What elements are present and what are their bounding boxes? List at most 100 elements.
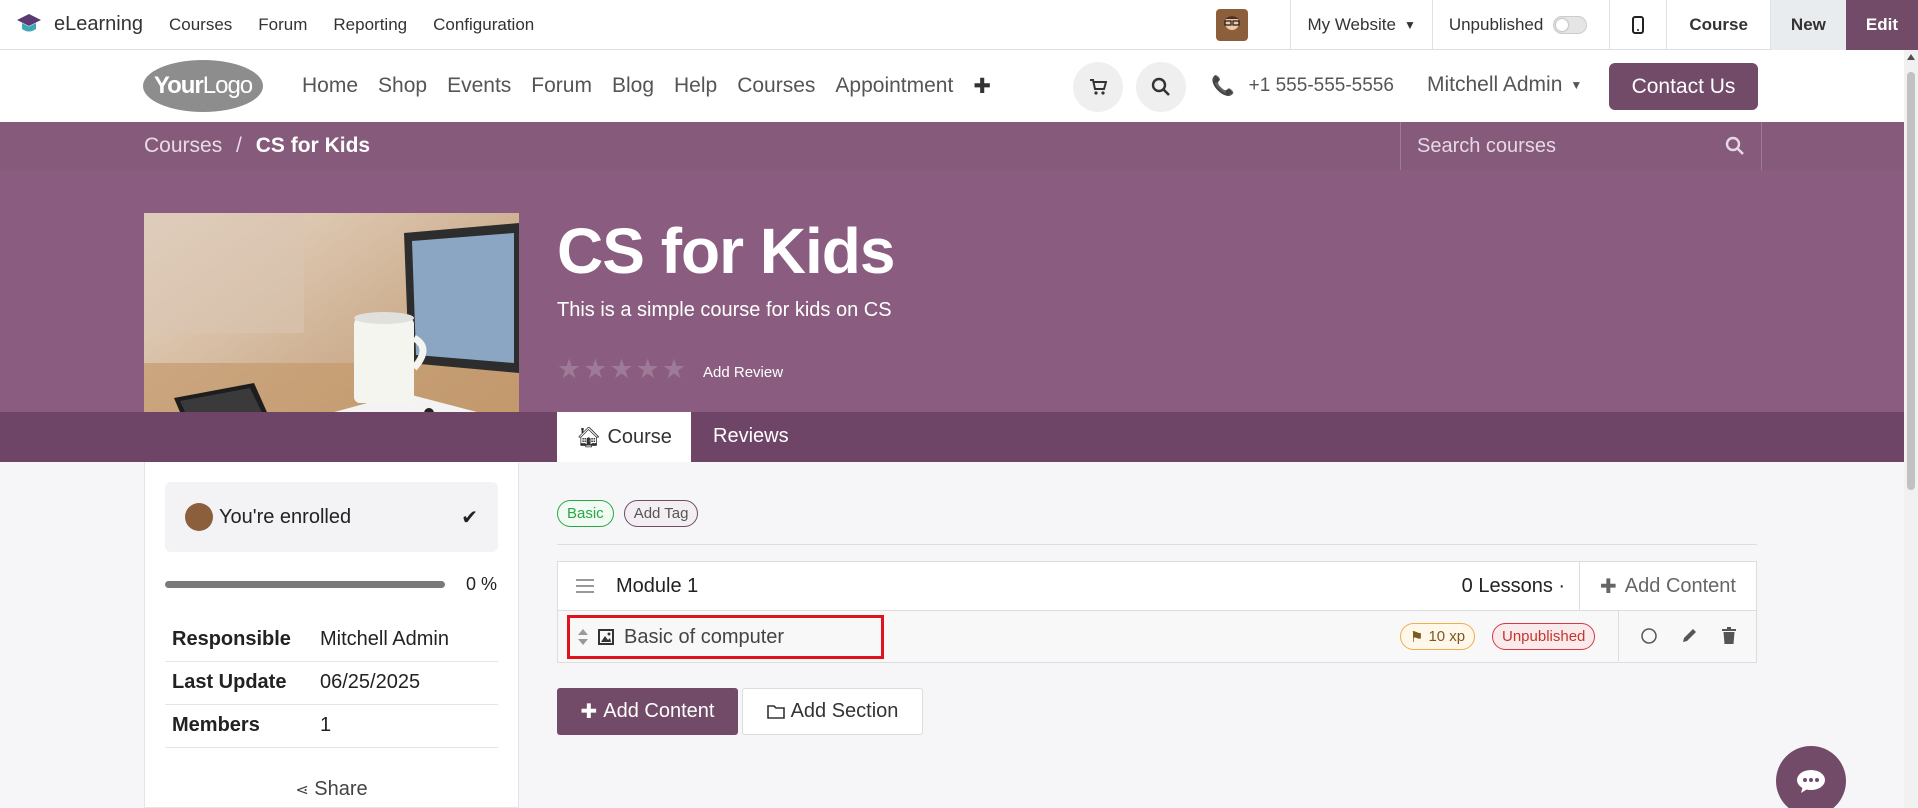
publish-toggle[interactable]: Unpublished <box>1431 0 1610 50</box>
tab-course-label: Course <box>607 425 672 448</box>
flag-icon: ⚑ <box>1410 628 1424 646</box>
search-icon <box>1151 77 1170 96</box>
circle-icon[interactable] <box>1640 627 1658 645</box>
caret-down-icon: ▼ <box>1570 78 1583 92</box>
enrolled-box: You're enrolled ✔ <box>165 482 498 552</box>
tab-band <box>0 412 1918 462</box>
menu-reporting[interactable]: Reporting <box>333 15 407 35</box>
progress-bar <box>165 581 445 588</box>
add-content-button[interactable]: ✚ Add Content <box>557 688 738 735</box>
tab-reviews[interactable]: Reviews <box>713 425 789 448</box>
info-label: Members <box>165 704 320 748</box>
info-label: Last Update <box>165 661 320 705</box>
check-icon: ✔ <box>461 506 478 529</box>
website-header: Your Logo Home Shop Events Forum Blog Hel… <box>0 50 1918 122</box>
star-icon: ★ <box>557 354 582 384</box>
module-add-content-label: Add Content <box>1624 574 1736 597</box>
module-add-content-button[interactable]: ✚ Add Content <box>1579 562 1756 610</box>
nav-events[interactable]: Events <box>447 74 511 99</box>
add-content-label: Add Content <box>603 700 715 722</box>
topbar-actions: My Website ▼ Unpublished Course New Edit <box>1200 0 1918 50</box>
drag-handle-icon[interactable] <box>576 579 594 593</box>
sort-icon[interactable] <box>578 629 588 645</box>
info-value: 06/25/2025 <box>320 661 498 705</box>
share-button[interactable]: ⋖ Share <box>145 778 518 801</box>
trash-icon[interactable] <box>1721 627 1737 645</box>
course-tags: Basic Add Tag <box>557 500 699 527</box>
add-section-button[interactable]: Add Section <box>742 688 923 735</box>
website-switcher-label: My Website <box>1307 15 1396 34</box>
course-hero: Courses / CS for Kids Search courses CS … <box>0 122 1918 463</box>
chat-icon <box>1797 770 1825 793</box>
course-title: CS for Kids <box>557 215 895 287</box>
mobile-preview-button[interactable] <box>1609 0 1666 50</box>
page-scrollbar[interactable] <box>1904 50 1918 808</box>
module-title[interactable]: Module 1 <box>616 575 698 598</box>
plus-icon[interactable]: ✚ <box>973 74 991 99</box>
search-icon[interactable] <box>1725 136 1745 156</box>
nav-appointment[interactable]: Appointment <box>835 74 953 99</box>
course-subtitle: This is a simple course for kids on CS <box>557 299 892 321</box>
phone-link[interactable]: 📞 +1 555-555-5556 <box>1211 74 1394 98</box>
lesson-title[interactable]: Basic of computer <box>624 626 784 649</box>
course-backend-button[interactable]: Course <box>1666 0 1770 50</box>
tag-basic[interactable]: Basic <box>557 500 614 527</box>
mobile-icon <box>1632 16 1645 34</box>
contact-us-button[interactable]: Contact Us <box>1609 63 1758 110</box>
plus-icon: ✚ <box>1600 575 1617 598</box>
nav-blog[interactable]: Blog <box>612 74 654 99</box>
cart-icon <box>1090 79 1107 95</box>
website-switcher[interactable]: My Website ▼ <box>1290 0 1431 50</box>
divider <box>557 544 1757 545</box>
new-button[interactable]: New <box>1769 0 1846 50</box>
breadcrumb-separator: / <box>236 134 242 157</box>
nav-courses[interactable]: Courses <box>737 74 815 99</box>
menu-forum[interactable]: Forum <box>258 15 307 35</box>
nav-home[interactable]: Home <box>302 74 358 99</box>
star-icon: ★ <box>583 354 608 384</box>
home-icon: 🏠︎ <box>576 426 602 449</box>
livechat-button[interactable] <box>1776 746 1846 808</box>
info-value: Mitchell Admin <box>320 618 498 662</box>
xp-badge: ⚑ 10 xp <box>1400 623 1476 650</box>
scroll-up-icon[interactable] <box>1907 54 1915 60</box>
search-button[interactable] <box>1136 62 1186 112</box>
user-avatar[interactable] <box>1216 9 1249 41</box>
cart-button[interactable] <box>1073 62 1123 112</box>
pencil-icon[interactable] <box>1680 627 1698 645</box>
info-row-responsible: Responsible Mitchell Admin <box>165 618 498 662</box>
add-tag-button[interactable]: Add Tag <box>623 500 699 527</box>
menu-courses[interactable]: Courses <box>169 15 232 35</box>
lesson-highlight-box[interactable]: Basic of computer <box>567 615 884 659</box>
course-search-input[interactable]: Search courses <box>1400 122 1762 170</box>
user-menu[interactable]: Mitchell Admin ▼ <box>1427 73 1582 97</box>
progress-percent: 0 % <box>466 574 498 594</box>
odoo-top-bar: eLearning Courses Forum Reporting Config… <box>0 0 1918 50</box>
nav-forum[interactable]: Forum <box>531 74 592 99</box>
module-section: Module 1 0 Lessons · ✚ Add Content <box>557 561 1757 611</box>
nav-shop[interactable]: Shop <box>378 74 427 99</box>
breadcrumb-courses[interactable]: Courses <box>144 134 222 157</box>
user-name: Mitchell Admin <box>1427 73 1563 96</box>
enrolled-label: You're enrolled <box>219 505 352 528</box>
add-review-link[interactable]: Add Review <box>703 364 783 381</box>
share-label: Share <box>314 778 368 800</box>
site-logo[interactable]: Your Logo <box>143 60 263 112</box>
breadcrumb-bar: Courses / CS for Kids Search courses <box>0 122 1918 170</box>
tab-course[interactable]: 🏠︎ Course <box>557 412 691 462</box>
caret-down-icon: ▼ <box>1403 18 1416 32</box>
scroll-thumb[interactable] <box>1907 72 1915 490</box>
app-name[interactable]: eLearning <box>54 13 143 36</box>
publish-switch[interactable] <box>1553 16 1588 34</box>
menu-configuration[interactable]: Configuration <box>433 15 534 35</box>
info-row-members: Members 1 <box>165 704 498 748</box>
elearning-app-icon[interactable] <box>16 12 42 38</box>
add-section-label: Add Section <box>790 700 899 722</box>
status-badge: Unpublished <box>1492 623 1596 650</box>
nav-help[interactable]: Help <box>674 74 717 99</box>
folder-icon <box>766 705 785 719</box>
site-nav: Home Shop Events Forum Blog Help Courses… <box>302 74 991 99</box>
share-icon: ⋖ <box>295 782 309 799</box>
edit-button[interactable]: Edit <box>1845 0 1918 50</box>
search-placeholder: Search courses <box>1417 134 1556 157</box>
